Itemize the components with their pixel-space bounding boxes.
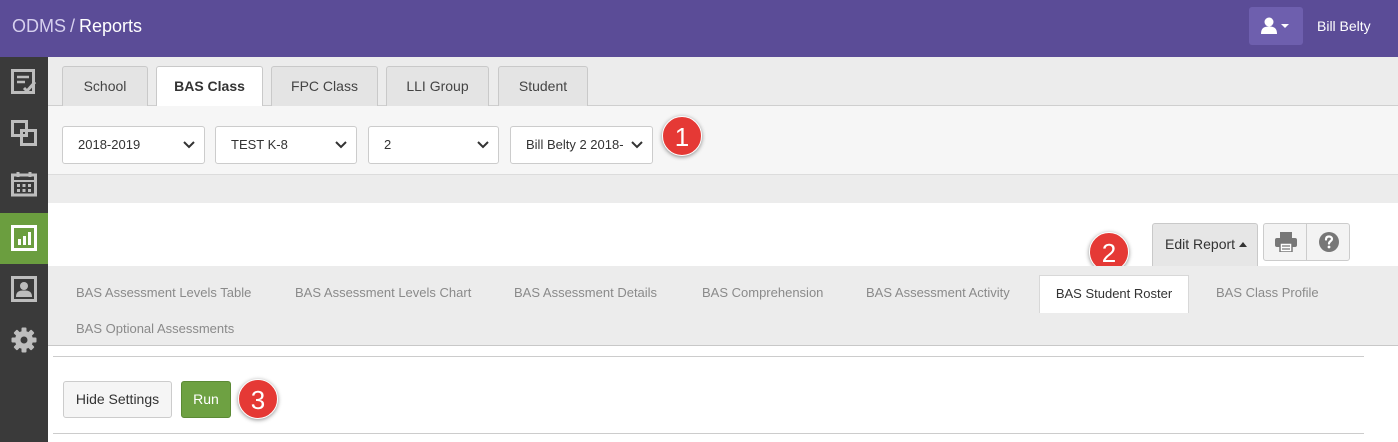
- edit-report-button[interactable]: Edit Report: [1152, 223, 1258, 266]
- grade-select[interactable]: 2: [368, 126, 499, 164]
- breadcrumb: ODMS / Reports: [12, 16, 142, 37]
- sidebar-item-assessments[interactable]: [0, 57, 48, 108]
- school-select[interactable]: TEST K-8: [215, 126, 357, 164]
- tab-bas-assessment-details[interactable]: BAS Assessment Details: [514, 285, 657, 300]
- print-icon: [1275, 232, 1297, 252]
- tab-bas-assessment-activity[interactable]: BAS Assessment Activity: [866, 285, 1010, 300]
- chevron-down-icon: [335, 141, 347, 149]
- print-button[interactable]: [1263, 223, 1307, 261]
- user-menu-button[interactable]: [1249, 7, 1303, 45]
- run-button[interactable]: Run: [181, 381, 231, 418]
- tab-lli-group[interactable]: LLI Group: [386, 66, 489, 106]
- school-select-value: TEST K-8: [231, 137, 288, 152]
- top-bar: ODMS / Reports Bill Belty: [0, 0, 1398, 57]
- callout-badge-3: 3: [238, 379, 278, 419]
- sidebar-item-groups[interactable]: [0, 108, 48, 159]
- user-icon: [1261, 17, 1289, 34]
- tab-bas-assessment-levels-table[interactable]: BAS Assessment Levels Table: [76, 285, 251, 300]
- chevron-down-icon: [183, 141, 195, 149]
- chevron-down-icon: [631, 141, 643, 149]
- sidebar: [0, 57, 48, 442]
- divider: [53, 356, 1364, 357]
- filter-row: 2018-2019 TEST K-8 2 Bill Belty 2 2018-: [48, 106, 1398, 175]
- student-profile-icon: [11, 276, 37, 302]
- tab-bas-assessment-levels-chart[interactable]: BAS Assessment Levels Chart: [295, 285, 471, 300]
- tab-bas-comprehension[interactable]: BAS Comprehension: [702, 285, 823, 300]
- assessment-checklist-icon: [11, 69, 37, 94]
- page-title: Reports: [79, 16, 143, 36]
- user-name[interactable]: Bill Belty: [1317, 18, 1371, 34]
- sidebar-item-reports[interactable]: [0, 213, 48, 264]
- year-select[interactable]: 2018-2019: [62, 126, 205, 164]
- hide-settings-button[interactable]: Hide Settings: [63, 381, 172, 418]
- tab-bas-class[interactable]: BAS Class: [156, 66, 263, 107]
- help-button[interactable]: [1306, 223, 1350, 261]
- year-select-value: 2018-2019: [78, 137, 141, 152]
- divider-band: [48, 175, 1398, 203]
- gear-icon: [11, 327, 37, 353]
- edit-report-label: Edit Report: [1165, 236, 1236, 252]
- grade-select-value: 2: [384, 137, 392, 152]
- tab-fpc-class[interactable]: FPC Class: [271, 66, 378, 106]
- reports-chart-icon: [11, 225, 37, 251]
- app-name-link[interactable]: ODMS: [12, 16, 66, 36]
- groups-icon: [11, 120, 37, 146]
- tab-school[interactable]: School: [62, 66, 148, 106]
- class-select-value: Bill Belty 2 2018-: [526, 137, 624, 152]
- chevron-down-icon: [477, 141, 489, 149]
- tab-student[interactable]: Student: [498, 66, 588, 106]
- tab-bas-class-profile[interactable]: BAS Class Profile: [1216, 285, 1319, 300]
- calendar-icon: [11, 172, 37, 197]
- tab-bas-student-roster[interactable]: BAS Student Roster: [1039, 275, 1189, 313]
- breadcrumb-separator: /: [70, 16, 76, 36]
- report-tabs: BAS Assessment Levels Table BAS Assessme…: [48, 266, 1398, 346]
- sidebar-item-students[interactable]: [0, 264, 48, 315]
- caret-up-icon: [1239, 242, 1248, 247]
- help-icon: [1319, 232, 1339, 252]
- class-tabs: School BAS Class FPC Class LLI Group Stu…: [48, 57, 1398, 107]
- divider: [53, 433, 1364, 434]
- sidebar-item-calendar[interactable]: [0, 159, 48, 210]
- class-select[interactable]: Bill Belty 2 2018-: [510, 126, 653, 164]
- tab-bas-optional-assessments[interactable]: BAS Optional Assessments: [76, 321, 234, 336]
- sidebar-item-settings[interactable]: [0, 315, 48, 366]
- callout-badge-1: 1: [662, 116, 702, 156]
